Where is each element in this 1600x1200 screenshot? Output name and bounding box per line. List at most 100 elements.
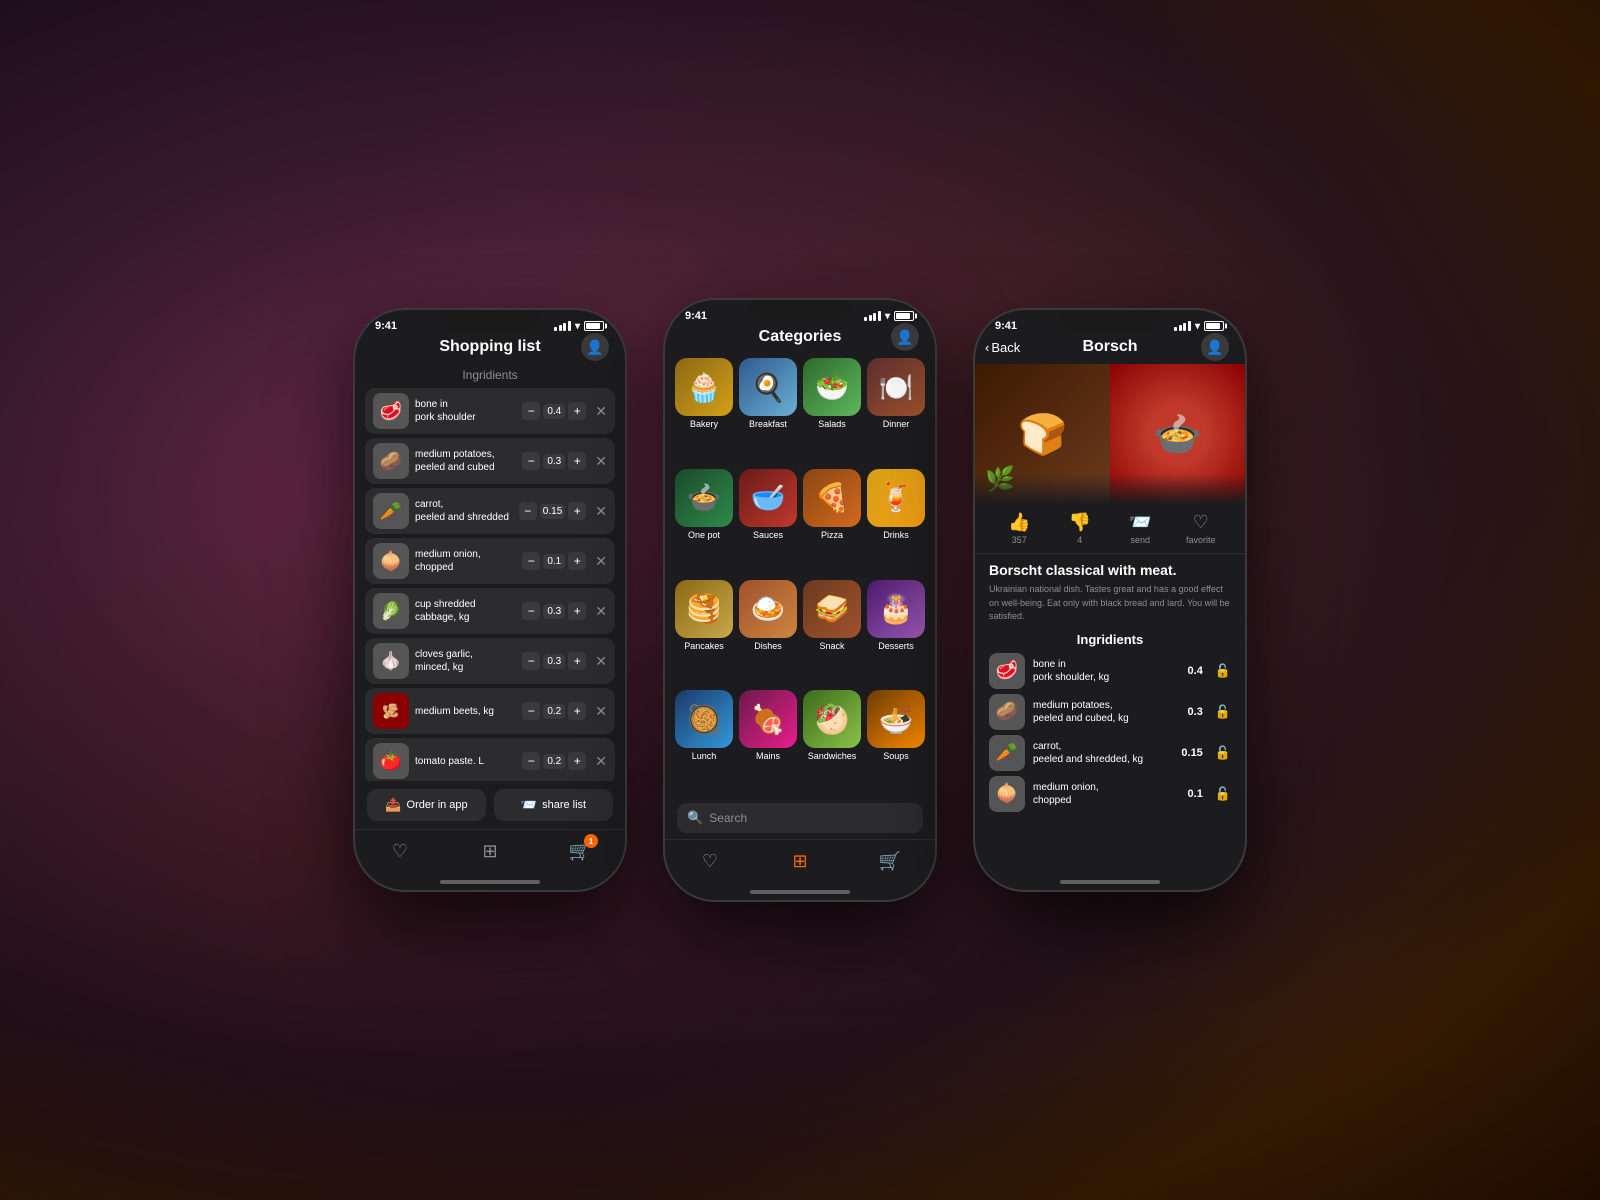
back-label: Back <box>991 340 1020 355</box>
tab-favorites-1[interactable]: ♡ <box>380 836 420 866</box>
ingredient-name: tomato paste. L <box>415 755 516 768</box>
battery-1 <box>584 321 605 331</box>
ingredient-image: 🧅 <box>989 776 1025 812</box>
favorite-label: favorite <box>1186 535 1216 545</box>
categories-title: Categories <box>759 328 842 346</box>
notch <box>440 310 540 332</box>
ingredient-image: 🥔 <box>373 443 409 479</box>
tab-categories-1[interactable]: ⊞ <box>470 836 510 866</box>
category-item-breakfast[interactable]: 🍳 Breakfast <box>739 358 797 463</box>
lock-icon[interactable]: 🔓 <box>1215 663 1231 679</box>
profile-icon-2[interactable]: 👤 <box>891 323 919 351</box>
category-item-sauces[interactable]: 🥣 Sauces <box>739 469 797 574</box>
qty-minus[interactable]: − <box>522 752 540 770</box>
qty-minus[interactable]: − <box>519 502 537 520</box>
category-label: Dishes <box>754 641 782 651</box>
category-item-soups[interactable]: 🍜 Soups <box>867 690 925 795</box>
delete-icon[interactable]: ✕ <box>595 603 607 620</box>
tab-favorites-2[interactable]: ♡ <box>690 846 730 876</box>
recipe-title-header: Borsch <box>1082 338 1137 356</box>
qty-plus[interactable]: + <box>568 402 586 420</box>
ingredients-label-1: Ingridients <box>355 364 625 388</box>
qty-plus[interactable]: + <box>568 652 586 670</box>
recipe-ingredient-row: 🥔 medium potatoes,peeled and cubed, kg 0… <box>989 694 1231 730</box>
qty-plus[interactable]: + <box>568 552 586 570</box>
favorite-button[interactable]: ♡ favorite <box>1171 512 1232 545</box>
home-indicator-1 <box>440 880 540 884</box>
category-item-desserts[interactable]: 🎂 Desserts <box>867 580 925 685</box>
send-icon: 📨 <box>1129 512 1151 533</box>
share-list-button[interactable]: 📨 share list <box>494 789 613 821</box>
category-label: Desserts <box>878 641 914 651</box>
lock-icon[interactable]: 🔓 <box>1215 704 1231 720</box>
ingredient-qty: 0.3 <box>1188 706 1203 718</box>
ingredient-image: 🥩 <box>373 393 409 429</box>
search-input[interactable]: Search <box>709 811 747 825</box>
back-button[interactable]: ‹ Back <box>985 340 1020 355</box>
qty-controls: − 0.2 + <box>522 702 586 720</box>
delete-icon[interactable]: ✕ <box>595 653 607 670</box>
category-item-dishes[interactable]: 🍛 Dishes <box>739 580 797 685</box>
tab-categories-2[interactable]: ⊞ <box>780 846 820 876</box>
qty-minus[interactable]: − <box>522 652 540 670</box>
category-item-snack[interactable]: 🥪 Snack <box>803 580 861 685</box>
qty-controls: − 0.4 + <box>522 402 586 420</box>
search-bar[interactable]: 🔍 Search <box>677 803 923 833</box>
qty-plus[interactable]: + <box>568 452 586 470</box>
ingredient-image: 🥕 <box>989 735 1025 771</box>
lock-icon[interactable]: 🔓 <box>1215 745 1231 761</box>
qty-minus[interactable]: − <box>522 702 540 720</box>
time-2: 9:41 <box>685 310 707 322</box>
category-item-lunch[interactable]: 🥘 Lunch <box>675 690 733 795</box>
ingredient-row: 🥩 bone inpork shoulder − 0.4 + ✕ <box>365 388 615 434</box>
ingredient-name: medium onion,chopped <box>1033 781 1180 807</box>
delete-icon[interactable]: ✕ <box>595 703 607 720</box>
profile-icon-1[interactable]: 👤 <box>581 333 609 361</box>
delete-icon[interactable]: ✕ <box>595 453 607 470</box>
delete-icon[interactable]: ✕ <box>595 553 607 570</box>
send-button[interactable]: 📨 send <box>1110 512 1171 545</box>
profile-icon-3[interactable]: 👤 <box>1201 333 1229 361</box>
qty-plus[interactable]: + <box>568 702 586 720</box>
category-item-pizza[interactable]: 🍕 Pizza <box>803 469 861 574</box>
lock-icon[interactable]: 🔓 <box>1215 786 1231 802</box>
heart-icon: ♡ <box>1193 512 1209 533</box>
category-label: Sandwiches <box>808 751 857 761</box>
wifi-2: ▾ <box>885 311 890 322</box>
thumbs-up-icon: 👍 <box>1008 512 1030 533</box>
delete-icon[interactable]: ✕ <box>595 753 607 770</box>
category-item-salads[interactable]: 🥗 Salads <box>803 358 861 463</box>
dislike-button[interactable]: 👎 4 <box>1050 512 1111 545</box>
order-in-app-button[interactable]: 📤 Order in app <box>367 789 486 821</box>
qty-minus[interactable]: − <box>522 552 540 570</box>
ingredient-name: medium beets, kg <box>415 705 516 718</box>
delete-icon[interactable]: ✕ <box>595 403 607 420</box>
delete-icon[interactable]: ✕ <box>595 503 607 520</box>
category-item-bakery[interactable]: 🧁 Bakery <box>675 358 733 463</box>
qty-value: 0.15 <box>540 504 565 519</box>
ingredient-qty: 0.4 <box>1188 665 1203 677</box>
bottom-tabs-1: ♡ ⊞ 🛒 1 <box>355 829 625 876</box>
like-button[interactable]: 👍 357 <box>989 512 1050 545</box>
qty-plus[interactable]: + <box>568 502 586 520</box>
category-item-onepot[interactable]: 🍲 One pot <box>675 469 733 574</box>
qty-minus[interactable]: − <box>522 452 540 470</box>
category-item-sandwiches[interactable]: 🥙 Sandwiches <box>803 690 861 795</box>
category-item-pancakes[interactable]: 🥞 Pancakes <box>675 580 733 685</box>
category-item-drinks[interactable]: 🍹 Drinks <box>867 469 925 574</box>
signal-2 <box>864 311 881 321</box>
qty-minus[interactable]: − <box>522 602 540 620</box>
qty-minus[interactable]: − <box>522 402 540 420</box>
recipe-description: Ukrainian national dish. Tastes great an… <box>989 583 1231 624</box>
tab-cart-1[interactable]: 🛒 1 <box>560 836 600 866</box>
category-item-mains[interactable]: 🍖 Mains <box>739 690 797 795</box>
recipe-header: ‹ Back Borsch 👤 <box>975 334 1245 364</box>
ingredient-name: carrot,peeled and shredded <box>415 498 513 524</box>
category-item-dinner[interactable]: 🍽️ Dinner <box>867 358 925 463</box>
qty-plus[interactable]: + <box>568 752 586 770</box>
category-label: Mains <box>756 751 780 761</box>
qty-plus[interactable]: + <box>568 602 586 620</box>
tab-cart-2[interactable]: 🛒 <box>870 846 910 876</box>
category-image: 🍳 <box>739 358 797 416</box>
category-image: 🥗 <box>803 358 861 416</box>
